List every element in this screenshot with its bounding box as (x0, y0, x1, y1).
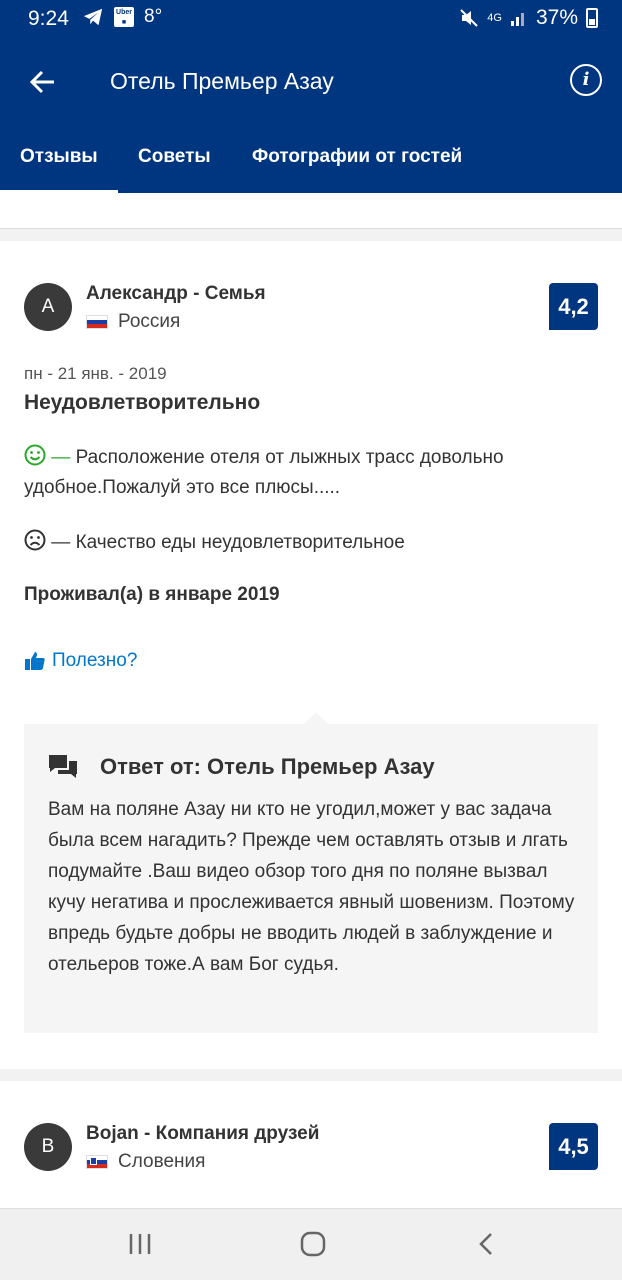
chat-bubbles-icon (49, 755, 77, 778)
recent-apps-icon[interactable] (125, 1229, 155, 1259)
score-badge: 4,2 (549, 283, 598, 330)
frown-icon (24, 529, 46, 551)
info-icon[interactable]: i (570, 64, 602, 96)
battery-icon (586, 8, 598, 28)
review-title: Неудовлетворительно (24, 391, 261, 414)
negative-dash: — (51, 532, 71, 553)
avatar: A (24, 283, 72, 331)
country-name: Словения (118, 1151, 206, 1172)
telegram-icon (83, 8, 103, 26)
reply-title: Ответ от: Отель Премьер Азау (100, 754, 435, 779)
tab-tips[interactable]: Советы (138, 146, 211, 193)
reviewer-name: Bojan - Компания друзей (86, 1123, 320, 1144)
tab-bar: Отзывы Советы Фотографии от гостей (0, 138, 622, 193)
page-title: Отель Премьер Азау (110, 68, 334, 94)
temperature: 8° (144, 6, 163, 27)
helpful-label: Полезно? (52, 650, 138, 671)
review-card: A Александр - Семья Россия 4,2 пн - 21 я… (0, 241, 622, 1069)
signal-icon (510, 13, 524, 26)
review-positive: — Расположение отеля от лыжных трасс дов… (24, 443, 594, 503)
reviewer-country: Россия (86, 311, 180, 333)
battery-percent: 37% (535, 6, 578, 29)
thumbs-up-icon (25, 652, 45, 670)
score-badge: 4,5 (549, 1123, 598, 1170)
reviewer-name: Александр - Семья (86, 283, 266, 304)
app-bar: Отель Премьер Азау i Отзывы Советы Фотог… (0, 38, 622, 193)
network-type: 4G (487, 12, 502, 24)
status-time: 9:24 (28, 7, 69, 30)
reply-text: Вам на поляне Азау ни кто не угодил,може… (48, 799, 575, 975)
positive-dash: — (51, 447, 71, 468)
status-bar: 9:24 Uber ■ 8° 4G 37% (0, 0, 622, 38)
country-name: Россия (118, 311, 181, 332)
slovenia-flag-icon (86, 1155, 108, 1169)
tab-reviews[interactable]: Отзывы (0, 146, 118, 193)
previous-review-remnant (0, 193, 622, 229)
avatar: B (24, 1123, 72, 1171)
positive-text: Расположение отеля от лыжных трасс довол… (24, 447, 504, 498)
negative-text: Качество еды неудовлетворительное (75, 532, 405, 553)
uber-icon: Uber ■ (114, 7, 134, 27)
review-card: B Bojan - Компания друзей Словения 4,5 (0, 1081, 622, 1208)
review-negative: — Качество еды неудовлетворительное (24, 528, 594, 558)
review-date: пн - 21 янв. - 2019 (24, 364, 167, 383)
home-icon[interactable] (298, 1229, 328, 1259)
hotel-reply: Ответ от: Отель Премьер Азау Вам на поля… (24, 712, 598, 1033)
mute-icon (460, 9, 478, 27)
tab-guest-photos[interactable]: Фотографии от гостей (252, 146, 462, 193)
stay-info: Проживал(а) в январе 2019 (24, 584, 280, 605)
russia-flag-icon (86, 315, 108, 329)
reviewer-country: Словения (86, 1151, 205, 1173)
back-icon[interactable] (472, 1229, 502, 1259)
helpful-button[interactable]: Полезно? (24, 650, 137, 672)
system-nav-bar (0, 1208, 622, 1280)
smile-icon (24, 444, 46, 466)
back-arrow-icon[interactable] (22, 60, 66, 104)
